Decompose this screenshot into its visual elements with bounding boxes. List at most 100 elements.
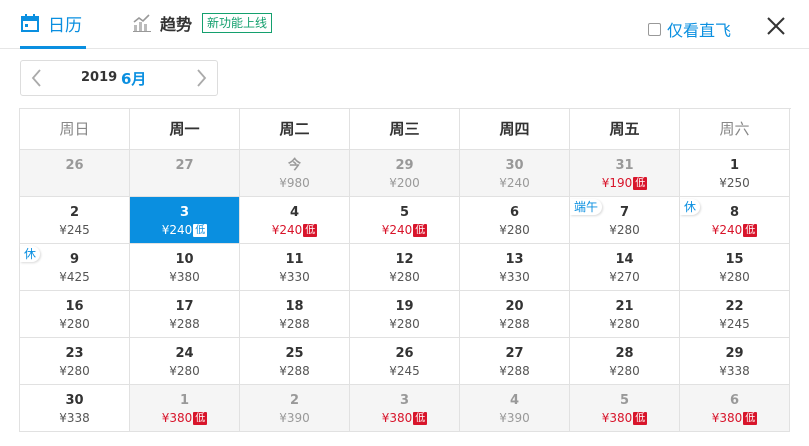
price-value: ¥330 xyxy=(279,270,310,284)
calendar-day[interactable]: 6 ¥380 低 xyxy=(680,385,790,432)
day-number: 18 xyxy=(285,299,304,314)
calendar-day[interactable]: 今 ¥980 xyxy=(240,150,350,197)
day-price: ¥250 xyxy=(680,176,789,190)
calendar-day[interactable]: 1 ¥380 低 xyxy=(130,385,240,432)
calendar-day[interactable]: 26 ¥245 xyxy=(350,338,460,385)
calendar-day[interactable]: 30 ¥240 xyxy=(460,150,570,197)
calendar-day[interactable]: 25 ¥288 xyxy=(240,338,350,385)
calendar-day[interactable]: 4 ¥390 xyxy=(460,385,570,432)
day-number: 25 xyxy=(285,346,304,361)
calendar-day[interactable]: 18 ¥288 xyxy=(240,291,350,338)
calendar-day[interactable]: 27 ¥288 xyxy=(460,338,570,385)
day-price: ¥380 低 xyxy=(680,411,789,425)
day-price: ¥280 xyxy=(570,223,679,237)
calendar-day[interactable]: 14 ¥270 xyxy=(570,244,680,291)
calendar-icon xyxy=(21,14,39,32)
day-number: 10 xyxy=(175,252,194,267)
calendar-day[interactable]: 15 ¥280 xyxy=(680,244,790,291)
day-number: 23 xyxy=(65,346,84,361)
chevron-left-icon[interactable] xyxy=(27,67,47,89)
calendar-day[interactable]: 29 ¥200 xyxy=(350,150,460,197)
day-price: ¥288 xyxy=(240,317,349,331)
calendar-day[interactable]: 20 ¥288 xyxy=(460,291,570,338)
day-price: ¥280 xyxy=(570,364,679,378)
calendar-day[interactable]: 6 ¥280 xyxy=(460,197,570,244)
calendar-day[interactable]: 5 ¥240 低 xyxy=(350,197,460,244)
day-price: ¥245 xyxy=(350,364,459,378)
price-value: ¥240 xyxy=(381,223,413,237)
calendar-week: 16 ¥280 17 ¥288 18 ¥288 19 ¥280 20 ¥288 21 ¥280 22 ¥2… xyxy=(20,291,791,338)
day-number: 29 xyxy=(395,158,414,173)
price-value: ¥280 xyxy=(499,223,530,237)
calendar-day[interactable]: 28 ¥280 xyxy=(570,338,680,385)
price-value: ¥338 xyxy=(719,364,750,378)
calendar-week: 30 ¥338 1 ¥380 低 2 ¥390 3 ¥380 低 4 ¥390 5 ¥380 低 6 ¥380 低 xyxy=(20,385,791,432)
calendar-day[interactable]: 4 ¥240 低 xyxy=(240,197,350,244)
calendar-day[interactable]: 19 ¥280 xyxy=(350,291,460,338)
calendar-day[interactable]: 23 ¥280 xyxy=(20,338,130,385)
day-price: ¥390 xyxy=(240,411,349,425)
calendar-day[interactable]: 30 ¥338 xyxy=(20,385,130,432)
price-value: ¥280 xyxy=(609,364,640,378)
calendar-day[interactable]: 1 ¥250 xyxy=(680,150,790,197)
calendar-day[interactable]: 2 ¥245 xyxy=(20,197,130,244)
calendar-day[interactable]: 29 ¥338 xyxy=(680,338,790,385)
price-value: ¥245 xyxy=(389,364,420,378)
day-price: ¥240 低 xyxy=(240,223,349,237)
day-price: ¥280 xyxy=(20,364,129,378)
calendar-day[interactable]: 2 ¥390 xyxy=(240,385,350,432)
calendar-day[interactable]: 5 ¥380 低 xyxy=(570,385,680,432)
day-price: ¥280 xyxy=(680,270,789,284)
day-number: 2 xyxy=(289,393,300,408)
low-price-badge: 低 xyxy=(303,224,318,237)
day-number: 6 xyxy=(509,205,520,220)
calendar-day[interactable]: 17 ¥288 xyxy=(130,291,240,338)
tab-calendar[interactable]: 日历 xyxy=(20,0,86,49)
calendar-day[interactable]: 21 ¥280 xyxy=(570,291,680,338)
calendar-day[interactable]: 12 ¥280 xyxy=(350,244,460,291)
day-price: ¥270 xyxy=(570,270,679,284)
calendar-day[interactable]: 27 xyxy=(130,150,240,197)
close-icon[interactable] xyxy=(764,14,788,38)
price-value: ¥280 xyxy=(389,270,420,284)
day-number: 今 xyxy=(287,158,301,173)
direct-only-toggle[interactable]: 仅看直飞 xyxy=(648,17,731,41)
weekday-tue: 周二 xyxy=(240,109,350,150)
direct-only-label[interactable]: 仅看直飞 xyxy=(667,17,731,41)
price-value: ¥288 xyxy=(499,317,530,331)
day-number: 19 xyxy=(395,299,414,314)
price-value: ¥240 xyxy=(711,223,743,237)
calendar-day[interactable]: 26 xyxy=(20,150,130,197)
calendar-day[interactable]: 24 ¥280 xyxy=(130,338,240,385)
day-price: ¥280 xyxy=(460,223,569,237)
weekday-header: 周日 周一 周二 周三 周四 周五 周六 xyxy=(20,109,791,150)
day-number: 20 xyxy=(505,299,524,314)
calendar-day[interactable]: 10 ¥380 xyxy=(130,244,240,291)
price-value: ¥280 xyxy=(169,364,200,378)
calendar-day[interactable]: 13 ¥330 xyxy=(460,244,570,291)
calendar-day[interactable]: 休 9 ¥425 xyxy=(20,244,130,291)
day-number: 11 xyxy=(285,252,304,267)
day-price: ¥280 xyxy=(570,317,679,331)
price-value: ¥288 xyxy=(499,364,530,378)
low-price-badge: 低 xyxy=(193,224,208,237)
calendar-day[interactable]: 22 ¥245 xyxy=(680,291,790,338)
day-price: ¥390 xyxy=(460,411,569,425)
day-price: ¥330 xyxy=(240,270,349,284)
day-price: ¥380 低 xyxy=(130,411,239,425)
calendar-day[interactable]: 3 ¥240 低 xyxy=(130,197,240,244)
calendar-day[interactable]: 休 8 ¥240 低 xyxy=(680,197,790,244)
new-feature-badge: 新功能上线 xyxy=(202,13,273,33)
chevron-right-icon[interactable] xyxy=(191,67,211,89)
calendar-day[interactable]: 端午 7 ¥280 xyxy=(570,197,680,244)
day-price: ¥280 xyxy=(130,364,239,378)
month-label[interactable]: 6月 xyxy=(121,68,146,89)
calendar-day[interactable]: 16 ¥280 xyxy=(20,291,130,338)
calendar-day[interactable]: 11 ¥330 xyxy=(240,244,350,291)
weekday-sat: 周六 xyxy=(680,109,790,150)
tab-trend[interactable]: 趋势 新功能上线 xyxy=(132,0,273,46)
direct-only-checkbox[interactable] xyxy=(648,22,661,36)
calendar-day[interactable]: 31 ¥190 低 xyxy=(570,150,680,197)
price-value: ¥245 xyxy=(59,223,90,237)
calendar-day[interactable]: 3 ¥380 低 xyxy=(350,385,460,432)
